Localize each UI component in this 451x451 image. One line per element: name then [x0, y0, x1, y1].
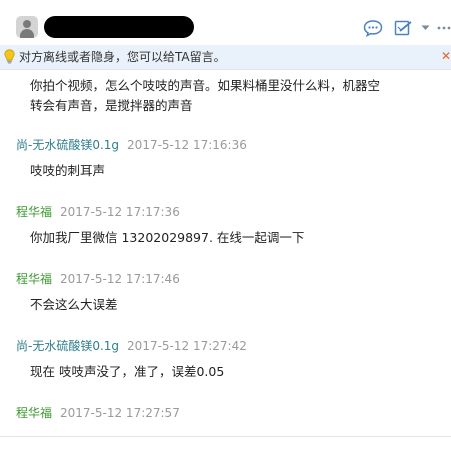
- message-line: 现在 吱吱声没了，准了，误差0.05: [30, 364, 225, 379]
- message-sender-row: 程华福 2017-5-12 17:17:36: [16, 204, 180, 220]
- message-line: 你加我厂里微信 13202029897. 在线一起调一下: [30, 230, 305, 245]
- message-timestamp: 2017-5-12 17:27:42: [127, 339, 247, 353]
- message-text-4: 不会这么大误差: [30, 295, 118, 315]
- offline-notice-bar: 对方离线或者隐身，您可以给TA留言。 ✕: [0, 45, 451, 70]
- sender-name[interactable]: 尚-无水硫酸镁0.1g: [16, 339, 119, 353]
- message-sender-row: 程华福 2017-5-12 17:17:46: [16, 271, 180, 287]
- message-timestamp: 2017-5-12 17:27:57: [60, 406, 180, 420]
- message-line: 吱吱的刺耳声: [30, 163, 106, 178]
- sender-name[interactable]: 程华福: [16, 406, 52, 420]
- default-avatar-icon: [23, 20, 31, 28]
- message-text-2: 吱吱的刺耳声: [30, 161, 105, 181]
- message-sender-row: 程华福 2017-5-12 17:27:57: [16, 405, 180, 421]
- message-timestamp: 2017-5-12 17:16:36: [127, 138, 247, 152]
- chevron-down-icon[interactable]: [421, 25, 430, 31]
- more-icon[interactable]: [437, 26, 451, 30]
- close-icon[interactable]: ✕: [441, 48, 451, 64]
- offline-notice-text: 对方离线或者隐身，您可以给TA留言。: [19, 50, 226, 64]
- chat-bubble-icon[interactable]: [363, 19, 383, 37]
- message-line: 你拍个视频，怎么个吱吱的声音。如果料桶里没什么料，机器空: [30, 78, 381, 93]
- lightbulb-icon: [4, 49, 15, 64]
- edit-note-icon[interactable]: [394, 19, 414, 37]
- contact-avatar[interactable]: [16, 16, 38, 38]
- message-timestamp: 2017-5-12 17:17:46: [60, 272, 180, 286]
- message-line: 不会这么大误差: [30, 297, 118, 312]
- sender-name[interactable]: 程华福: [16, 272, 52, 286]
- message-sender-row: 尚-无水硫酸镁0.1g 2017-5-12 17:27:42: [16, 338, 247, 354]
- chat-header: [0, 0, 451, 42]
- message-sender-row: 尚-无水硫酸镁0.1g 2017-5-12 17:16:36: [16, 137, 247, 153]
- sender-name[interactable]: 尚-无水硫酸镁0.1g: [16, 138, 119, 152]
- divider: [0, 436, 451, 437]
- message-text-3: 你加我厂里微信 13202029897. 在线一起调一下: [30, 228, 304, 248]
- message-text-1: 你拍个视频，怎么个吱吱的声音。如果料桶里没什么料，机器空 转会有声音，是搅拌器的…: [30, 76, 380, 116]
- message-text-5: 现在 吱吱声没了，准了，误差0.05: [30, 362, 224, 382]
- message-line: 转会有声音，是搅拌器的声音: [30, 98, 193, 113]
- sender-name[interactable]: 程华福: [16, 205, 52, 219]
- contact-name-redacted: [44, 16, 194, 38]
- message-timestamp: 2017-5-12 17:17:36: [60, 205, 180, 219]
